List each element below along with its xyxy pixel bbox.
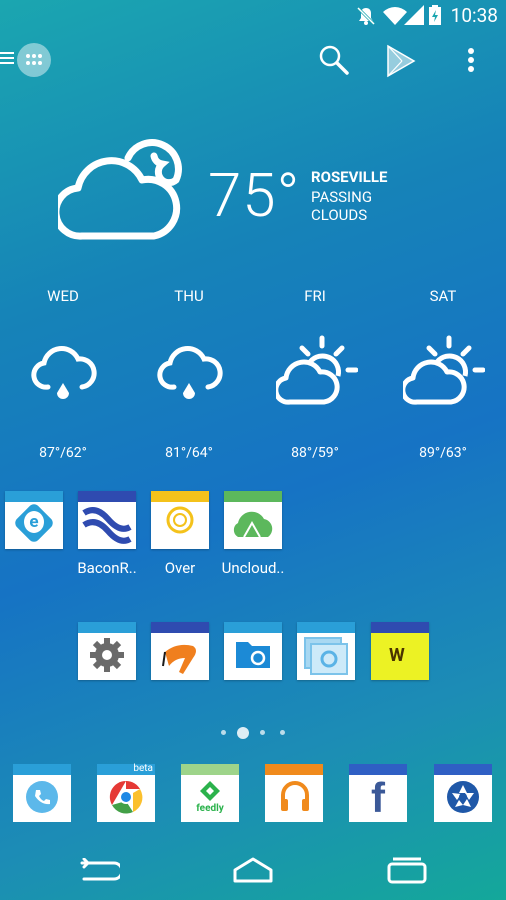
cell-signal-icon bbox=[404, 5, 424, 25]
search-icon[interactable] bbox=[318, 44, 350, 76]
cloudy-night-icon[interactable] bbox=[58, 136, 184, 246]
over-icon[interactable] bbox=[151, 491, 209, 549]
cloud-rain-icon bbox=[157, 346, 223, 399]
condition-line-1: PASSING bbox=[311, 188, 373, 206]
page-indicator[interactable] bbox=[221, 730, 226, 735]
forecast-day-wed: WED bbox=[47, 287, 79, 305]
home-icon[interactable] bbox=[232, 856, 274, 884]
mute-bell-icon bbox=[356, 6, 376, 26]
current-temperature: 75° bbox=[208, 160, 301, 231]
app-label-baconreader: BaconR.. bbox=[77, 559, 137, 577]
camera-aperture-icon[interactable] bbox=[434, 764, 492, 822]
feedly-wordmark: feedly bbox=[196, 803, 224, 814]
play-store-icon[interactable] bbox=[386, 44, 416, 78]
launcher-toolbar bbox=[0, 40, 506, 84]
status-bar: 10:38 bbox=[0, 0, 506, 32]
forecast-day-thu: THU bbox=[174, 287, 204, 305]
app-label-over: Over bbox=[164, 559, 196, 577]
file-manager-icon[interactable] bbox=[224, 622, 282, 680]
page-indicator[interactable] bbox=[280, 730, 285, 735]
forecast-day-sat: SAT bbox=[429, 287, 457, 305]
settings-gear-icon[interactable] bbox=[78, 622, 136, 680]
forecast-day-fri: FRI bbox=[304, 287, 326, 305]
drawer-menu-icon[interactable] bbox=[0, 52, 14, 64]
cloud-rain-icon bbox=[31, 346, 97, 399]
headphones-music-icon[interactable] bbox=[265, 764, 323, 822]
page-indicator-active[interactable] bbox=[237, 727, 249, 739]
baconreader-icon[interactable] bbox=[78, 491, 136, 549]
uncloud-icon[interactable] bbox=[224, 491, 282, 549]
photos-icon[interactable] bbox=[297, 622, 355, 680]
facebook-icon[interactable]: f bbox=[349, 764, 407, 822]
beta-badge: beta bbox=[133, 763, 153, 774]
paint-brush-icon[interactable] bbox=[151, 622, 209, 680]
partly-sunny-icon bbox=[276, 335, 358, 405]
back-icon[interactable] bbox=[78, 858, 120, 884]
recent-apps-icon[interactable] bbox=[386, 856, 428, 884]
condition-line-2: CLOUDS bbox=[311, 206, 368, 224]
phone-icon[interactable] bbox=[13, 764, 71, 822]
app-label-uncloud: Uncloud.. bbox=[221, 559, 285, 577]
forecast-temps-wed: 87°/62° bbox=[39, 445, 87, 461]
navigation-bar bbox=[0, 838, 506, 900]
overflow-menu-icon[interactable] bbox=[465, 46, 477, 76]
weather-city: ROSEVILLE bbox=[311, 168, 388, 186]
page-indicator[interactable] bbox=[260, 730, 265, 735]
weather-condition: PASSING CLOUDS bbox=[311, 188, 411, 224]
partly-sunny-icon bbox=[403, 335, 485, 405]
chrome-beta-icon[interactable]: beta bbox=[97, 763, 155, 822]
w-app-icon[interactable]: W bbox=[371, 622, 429, 680]
forecast-temps-fri: 88°/59° bbox=[291, 445, 339, 461]
forecast-temps-sat: 89°/63° bbox=[419, 445, 467, 461]
forecast-temps-thu: 81°/64° bbox=[165, 445, 213, 461]
app-drawer-button[interactable] bbox=[17, 43, 51, 77]
e-app-icon[interactable]: e bbox=[5, 491, 63, 549]
battery-charging-icon bbox=[429, 5, 441, 25]
feedly-icon[interactable]: feedly bbox=[181, 764, 239, 822]
status-clock: 10:38 bbox=[450, 4, 498, 27]
